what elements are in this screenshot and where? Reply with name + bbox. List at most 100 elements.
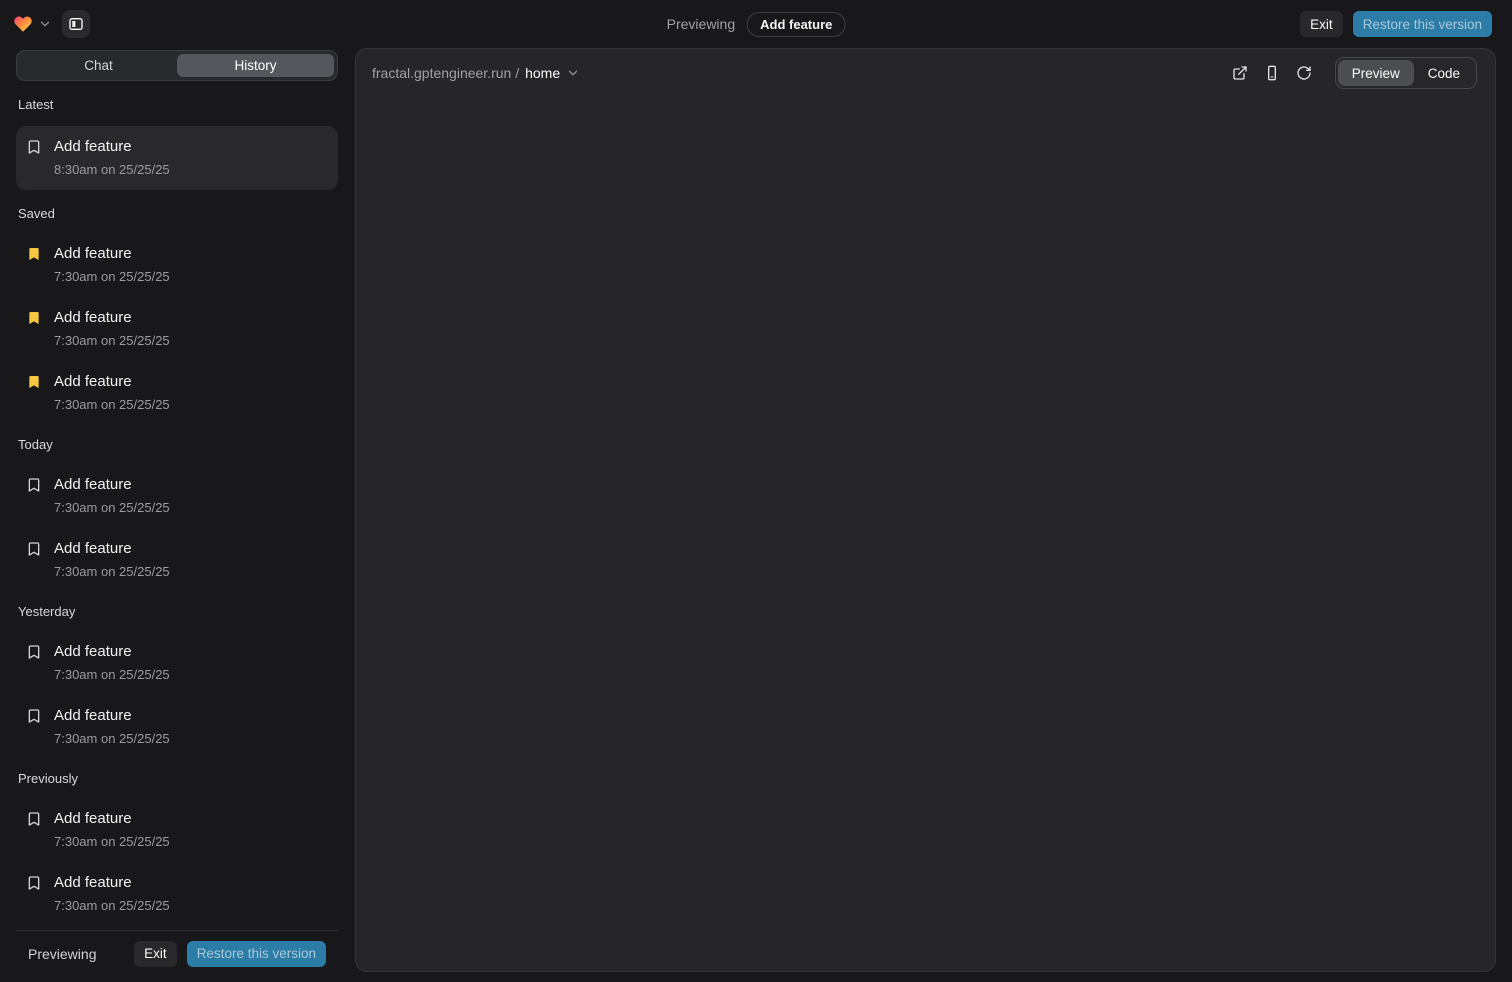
sidebar-toggle-button[interactable]	[62, 10, 90, 38]
history-item-time: 7:30am on 25/25/25	[54, 562, 170, 582]
history-item[interactable]: Add feature 7:30am on 25/25/25	[16, 468, 338, 524]
history-item[interactable]: Add feature 7:30am on 25/25/25	[16, 532, 338, 588]
chevron-down-icon	[566, 66, 580, 80]
bookmark-filled-icon	[26, 374, 42, 390]
external-link-icon	[1232, 65, 1248, 81]
preview-viewport	[356, 97, 1495, 971]
history-item-text: Add feature 7:30am on 25/25/25	[54, 872, 170, 916]
refresh-button[interactable]	[1291, 60, 1317, 86]
mobile-view-button[interactable]	[1259, 60, 1285, 86]
history-section: Yesterday Add feature 7:30am on 25/25/25…	[16, 604, 338, 755]
top-bar-center: Previewing Add feature	[667, 12, 846, 37]
history-item-time: 7:30am on 25/25/25	[54, 395, 170, 415]
bookmark-outline-icon	[26, 875, 42, 891]
chevron-down-icon	[38, 17, 52, 31]
bookmark-outline-icon	[26, 541, 42, 557]
top-bar: Previewing Add feature Exit Restore this…	[0, 0, 1512, 48]
history-item-title: Add feature	[54, 808, 170, 830]
top-bar-right: Exit Restore this version	[1300, 11, 1492, 37]
bookmark-outline-icon	[26, 139, 42, 155]
history-item[interactable]: Add feature 7:30am on 25/25/25	[16, 866, 338, 922]
chat-history-tabs: ChatHistory	[16, 50, 338, 81]
history-item-time: 7:30am on 25/25/25	[54, 896, 170, 916]
tab-history[interactable]: History	[177, 54, 334, 77]
sidebar: ChatHistory Latest Add feature 8:30am on…	[16, 50, 338, 982]
history-section-title: Latest	[18, 97, 336, 113]
preview-actions: PreviewCode	[1227, 57, 1477, 89]
history-item[interactable]: Add feature 7:30am on 25/25/25	[16, 802, 338, 858]
history-item-text: Add feature 7:30am on 25/25/25	[54, 705, 170, 749]
open-in-new-tab-button[interactable]	[1227, 60, 1253, 86]
history-item-time: 7:30am on 25/25/25	[54, 498, 170, 518]
top-bar-left	[12, 10, 90, 38]
bookmark-filled-icon	[26, 310, 42, 326]
history-section-title: Saved	[18, 206, 336, 222]
preview-panel: fractal.gptengineer.run / home	[355, 48, 1496, 972]
history-item-text: Add feature 8:30am on 25/25/25	[54, 136, 170, 180]
history-item-time: 7:30am on 25/25/25	[54, 832, 170, 852]
preview-url-prefix: fractal.gptengineer.run /	[372, 65, 519, 81]
history-section: Latest Add feature 8:30am on 25/25/25	[16, 97, 338, 190]
bookmark-outline-icon	[26, 708, 42, 724]
history-item-text: Add feature 7:30am on 25/25/25	[54, 474, 170, 518]
logo-menu[interactable]	[12, 14, 52, 34]
preview-panel-header: fractal.gptengineer.run / home	[356, 49, 1495, 97]
history-item-title: Add feature	[54, 243, 170, 265]
tab-chat[interactable]: Chat	[20, 54, 177, 77]
history-item-title: Add feature	[54, 705, 170, 727]
history-item[interactable]: Add feature 7:30am on 25/25/25	[16, 365, 338, 421]
history-item-title: Add feature	[54, 136, 170, 158]
bookmark-outline-icon	[26, 644, 42, 660]
history-item[interactable]: Add feature 8:30am on 25/25/25	[16, 126, 338, 190]
restore-version-button[interactable]: Restore this version	[1353, 11, 1492, 37]
history-item-time: 7:30am on 25/25/25	[54, 729, 170, 749]
panel-left-icon	[68, 16, 84, 32]
bookmark-outline-icon	[26, 477, 42, 493]
preview-toggle-button[interactable]: Preview	[1338, 60, 1414, 86]
history-section-items: Add feature 7:30am on 25/25/25 Add featu…	[16, 468, 338, 588]
history-item-time: 7:30am on 25/25/25	[54, 665, 170, 685]
version-badge: Add feature	[747, 12, 845, 37]
history-item-title: Add feature	[54, 307, 170, 329]
history-list: Latest Add feature 8:30am on 25/25/25 Sa…	[16, 81, 338, 930]
preview-code-toggle: PreviewCode	[1335, 57, 1477, 89]
history-item-text: Add feature 7:30am on 25/25/25	[54, 371, 170, 415]
footer-exit-button[interactable]: Exit	[134, 941, 177, 967]
footer-restore-button[interactable]: Restore this version	[187, 941, 326, 967]
lovable-heart-icon	[12, 14, 34, 34]
history-section-items: Add feature 7:30am on 25/25/25 Add featu…	[16, 237, 338, 421]
history-item-title: Add feature	[54, 371, 170, 393]
history-item-time: 7:30am on 25/25/25	[54, 331, 170, 351]
history-item-time: 8:30am on 25/25/25	[54, 160, 170, 180]
history-item-text: Add feature 7:30am on 25/25/25	[54, 243, 170, 287]
history-section: Saved Add feature 7:30am on 25/25/25 Add…	[16, 206, 338, 421]
history-item[interactable]: Add feature 7:30am on 25/25/25	[16, 237, 338, 293]
preview-url-page: home	[525, 65, 560, 81]
code-toggle-button[interactable]: Code	[1414, 60, 1474, 86]
smartphone-icon	[1264, 65, 1280, 81]
history-item-text: Add feature 7:30am on 25/25/25	[54, 808, 170, 852]
exit-button[interactable]: Exit	[1300, 11, 1343, 37]
bookmark-filled-icon	[26, 246, 42, 262]
previewing-label: Previewing	[667, 16, 735, 32]
history-section-title: Yesterday	[18, 604, 336, 620]
history-item[interactable]: Add feature 7:30am on 25/25/25	[16, 301, 338, 357]
history-item[interactable]: Add feature 7:30am on 25/25/25	[16, 699, 338, 755]
history-section: Today Add feature 7:30am on 25/25/25 Add…	[16, 437, 338, 588]
refresh-icon	[1296, 65, 1312, 81]
history-item-text: Add feature 7:30am on 25/25/25	[54, 641, 170, 685]
history-section-items: Add feature 7:30am on 25/25/25 Add featu…	[16, 802, 338, 922]
history-item-title: Add feature	[54, 641, 170, 663]
sidebar-footer: Previewing Exit Restore this version	[16, 930, 338, 982]
history-section-title: Previously	[18, 771, 336, 787]
history-item[interactable]: Add feature 7:30am on 25/25/25	[16, 635, 338, 691]
history-item-title: Add feature	[54, 872, 170, 894]
history-section-title: Today	[18, 437, 336, 453]
history-item-title: Add feature	[54, 538, 170, 560]
footer-previewing-label: Previewing	[28, 946, 96, 962]
preview-url-selector[interactable]: fractal.gptengineer.run / home	[372, 65, 580, 81]
history-section: Previously Add feature 7:30am on 25/25/2…	[16, 771, 338, 922]
history-section-items: Add feature 8:30am on 25/25/25	[16, 126, 338, 190]
history-item-text: Add feature 7:30am on 25/25/25	[54, 538, 170, 582]
history-item-title: Add feature	[54, 474, 170, 496]
